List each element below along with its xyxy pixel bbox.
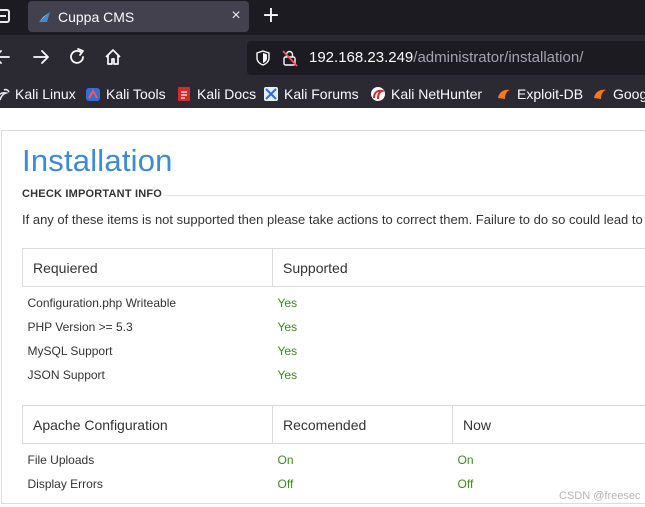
- info-message: If any of these items is not supported t…: [22, 212, 643, 227]
- nethunter-icon: [371, 87, 386, 101]
- bookmark-label: Kali Tools: [106, 86, 166, 102]
- tracking-protection-shield-icon[interactable]: [255, 50, 271, 66]
- recommended-value: Off: [277, 476, 294, 491]
- apache-configuration-table: Apache Configuration Recomended Now File…: [22, 405, 645, 496]
- bookmarks-toolbar: Kali Linux Kali Tools Kali Docs Kali For…: [0, 80, 645, 108]
- kali-docs-icon: [178, 87, 190, 101]
- current-value: On: [457, 452, 474, 467]
- requirement-status: Yes: [277, 367, 298, 382]
- home-icon[interactable]: [102, 46, 124, 68]
- bookmark-kali-docs[interactable]: Kali Docs: [176, 85, 256, 103]
- bookmark-label: Kali Forums: [284, 86, 359, 102]
- requirement-name: Configuration.php Writeable: [27, 295, 177, 310]
- page-title: Installation: [22, 143, 173, 178]
- back-arrow-icon[interactable]: [0, 46, 13, 68]
- table-row: Configuration.php Writeable Yes: [23, 287, 645, 315]
- table-row: Display Errors Off Off: [23, 472, 645, 496]
- tab-close-icon[interactable]: ×: [226, 6, 246, 26]
- requirement-status: Yes: [277, 319, 298, 334]
- column-header: Now: [452, 405, 645, 444]
- url-path: /administrator/installation/: [413, 49, 584, 66]
- tab-strip: Cuppa CMS × +: [0, 0, 645, 35]
- url-field[interactable]: 192.168.23.249/administrator/installatio…: [309, 49, 583, 66]
- bookmark-kali-linux[interactable]: Kali Linux: [0, 85, 76, 103]
- column-header: Requiered: [22, 248, 273, 287]
- kali-tools-icon: [86, 88, 100, 101]
- column-header: Apache Configuration: [22, 405, 273, 444]
- navigation-toolbar: 192.168.23.249/administrator/installatio…: [0, 35, 645, 80]
- sidebar-toggle-icon[interactable]: [0, 9, 10, 23]
- address-bar[interactable]: 192.168.23.249/administrator/installatio…: [247, 41, 645, 75]
- table-row: MySQL Support Yes: [23, 339, 645, 363]
- bookmark-kali-tools[interactable]: Kali Tools: [85, 85, 166, 103]
- url-host: 192.168.23.249: [309, 49, 414, 66]
- column-header: Recomended: [272, 405, 453, 444]
- requirement-status: Yes: [277, 295, 298, 310]
- requirement-name: MySQL Support: [27, 343, 113, 358]
- reload-icon[interactable]: [66, 46, 88, 68]
- bookmark-kali-nethunter[interactable]: Kali NetHunter: [370, 85, 482, 103]
- page-viewport: Installation CHECK IMPORTANT INFO If any…: [0, 108, 645, 507]
- insecure-lock-icon[interactable]: [281, 49, 299, 67]
- tab-title: Cuppa CMS: [58, 9, 135, 25]
- table-header-row: Apache Configuration Recomended Now: [22, 405, 645, 444]
- exploit-db-icon: [498, 89, 510, 99]
- setting-name: Display Errors: [27, 476, 103, 491]
- cuppa-favicon-icon: [39, 12, 50, 22]
- bookmark-google-hacking-db[interactable]: Google Hacking DB: [592, 85, 645, 103]
- forward-arrow-icon[interactable]: [30, 46, 52, 68]
- watermark: CSDN @freesec: [559, 490, 641, 502]
- column-header: Supported: [272, 248, 645, 287]
- requirement-name: PHP Version >= 5.3: [27, 319, 133, 334]
- table-row: PHP Version >= 5.3 Yes: [23, 315, 645, 339]
- bookmark-exploit-db[interactable]: Exploit-DB: [496, 85, 583, 103]
- kali-forums-icon: [264, 87, 278, 101]
- table-header-row: Requiered Supported: [22, 248, 645, 287]
- bookmark-label: Exploit-DB: [517, 86, 584, 102]
- bookmark-label: Google Hacking DB: [613, 86, 645, 102]
- bookmark-label: Kali NetHunter: [391, 86, 483, 102]
- bookmark-label: Kali Linux: [15, 86, 76, 102]
- requirement-status: Yes: [277, 343, 298, 358]
- section-title: CHECK IMPORTANT INFO: [22, 188, 163, 200]
- requirement-name: JSON Support: [27, 367, 105, 382]
- new-tab-button[interactable]: +: [260, 5, 282, 27]
- section-divider: [165, 195, 645, 196]
- kali-dragon-icon: [0, 88, 10, 101]
- recommended-value: On: [277, 452, 294, 467]
- table-row: JSON Support Yes: [23, 363, 645, 387]
- requirements-table: Requiered Supported Configuration.php Wr…: [22, 248, 645, 387]
- tab-cuppa-cms[interactable]: Cuppa CMS ×: [28, 1, 249, 32]
- bookmark-label: Kali Docs: [197, 86, 257, 102]
- ghdb-icon: [594, 89, 606, 99]
- bookmark-kali-forums[interactable]: Kali Forums: [263, 85, 359, 103]
- table-row: File Uploads On On: [23, 444, 645, 472]
- setting-name: File Uploads: [27, 452, 95, 467]
